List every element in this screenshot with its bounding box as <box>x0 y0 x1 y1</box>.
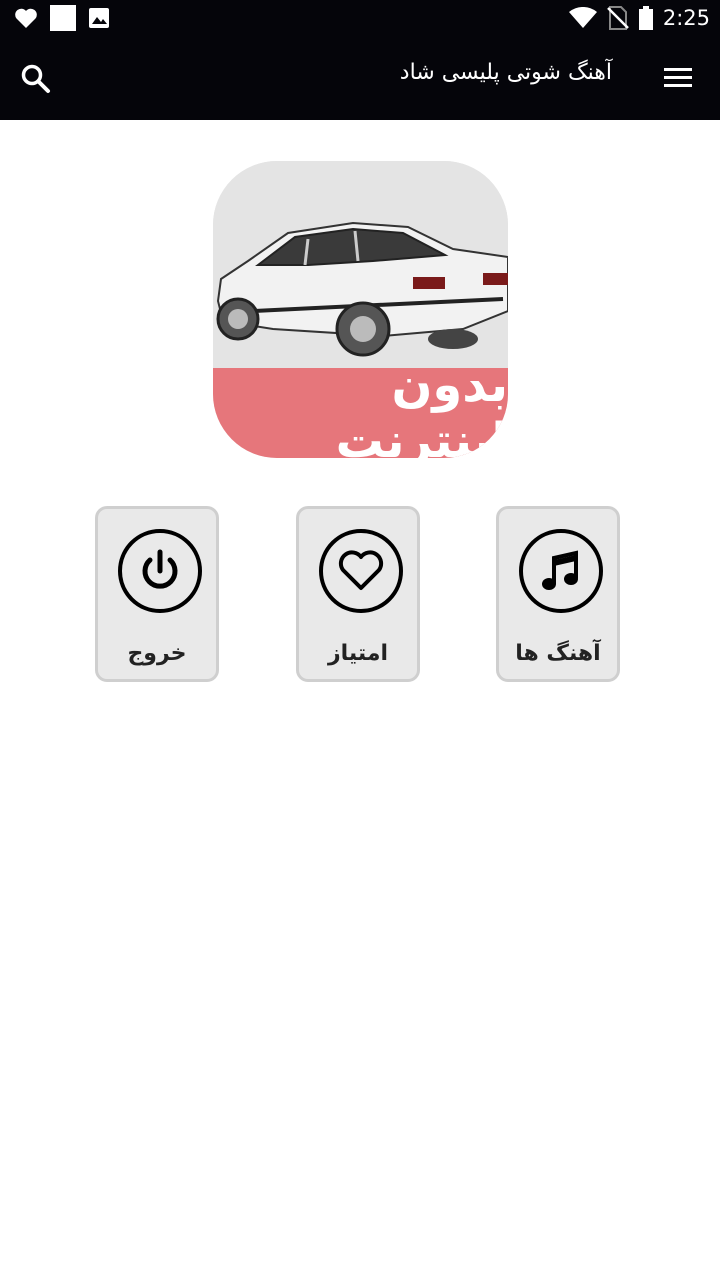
exit-button[interactable]: خروج <box>95 506 219 682</box>
rate-label: امتیاز <box>327 641 389 666</box>
logo-banner: بدون اینترنت <box>213 357 508 458</box>
status-time: 2:25 <box>662 6 710 30</box>
exit-label: خروج <box>127 641 187 666</box>
menu-button[interactable] <box>664 66 694 90</box>
logo-banner-text: بدون اینترنت <box>335 357 508 458</box>
app-title: آهنگ شوتی پلیسی شاد <box>399 60 612 85</box>
no-sim-icon <box>606 6 629 30</box>
app-bar: آهنگ شوتی پلیسی شاد <box>0 36 720 120</box>
search-icon <box>21 64 50 93</box>
power-icon <box>142 549 178 589</box>
heart-notification-icon <box>15 8 37 28</box>
app-logo: بدون اینترنت <box>213 161 508 458</box>
wifi-icon <box>568 7 597 28</box>
rate-button[interactable]: امتیاز <box>296 506 420 682</box>
notification-icons <box>14 5 110 31</box>
exit-icon-circle <box>118 529 202 613</box>
hamburger-menu-icon <box>664 68 692 87</box>
songs-button[interactable]: آهنگ ها <box>496 506 620 682</box>
blank-notification-icon <box>50 5 76 31</box>
system-icons: 2:25 <box>568 5 710 31</box>
status-bar: 2:25 <box>0 0 720 36</box>
search-button[interactable] <box>20 63 52 95</box>
battery-icon <box>638 6 653 30</box>
songs-icon-circle <box>519 529 603 613</box>
songs-label: آهنگ ها <box>515 641 601 666</box>
music-note-icon <box>542 550 578 590</box>
heart-icon <box>338 550 384 590</box>
rate-icon-circle <box>319 529 403 613</box>
image-notification-icon <box>89 8 109 28</box>
car-drawing <box>213 161 508 371</box>
